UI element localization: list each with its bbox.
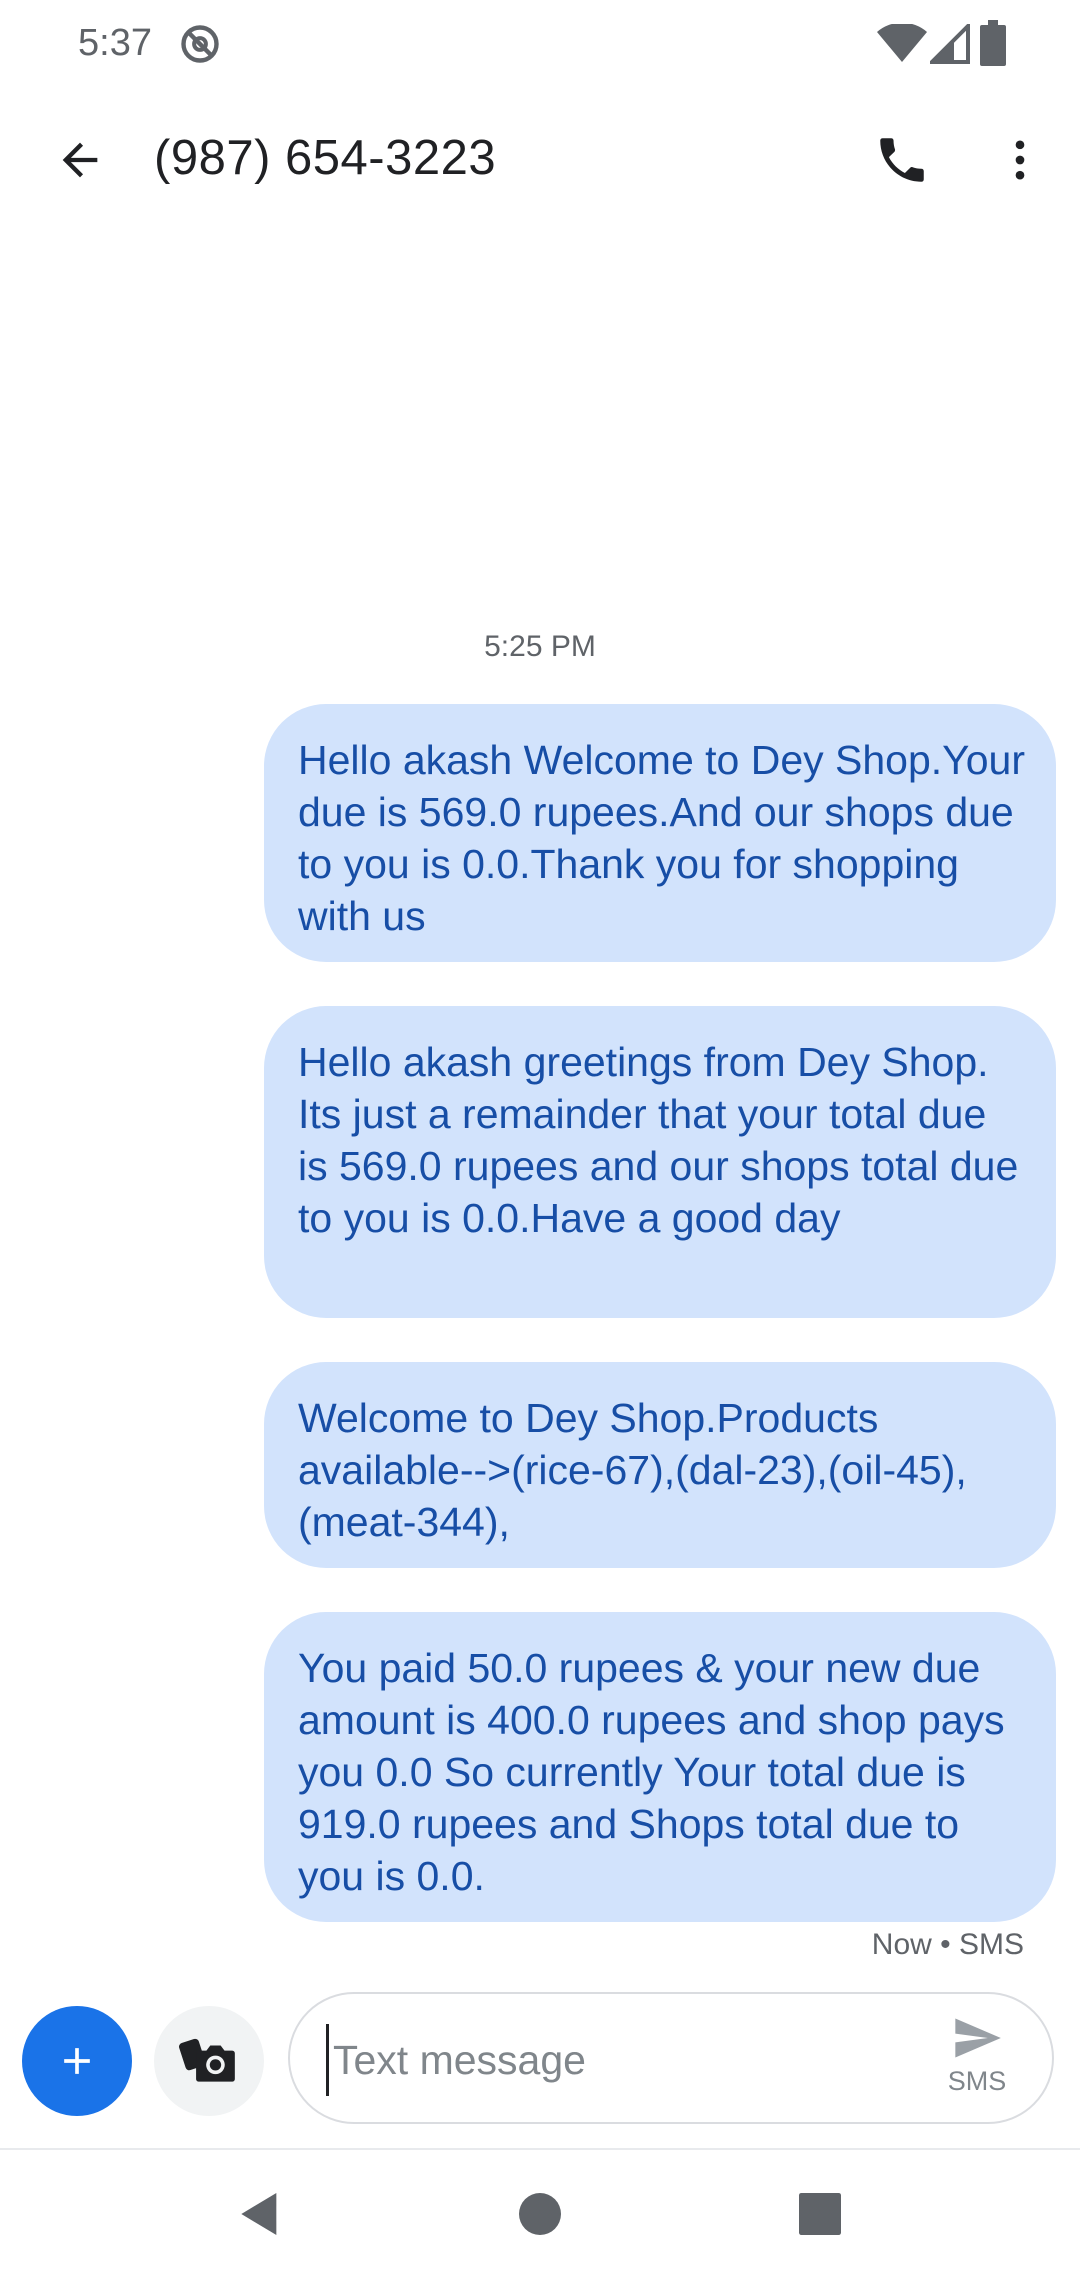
back-arrow-icon xyxy=(62,142,98,178)
send-icon xyxy=(955,2018,1001,2058)
nav-back-icon[interactable] xyxy=(232,2186,288,2242)
message-bubble[interactable]: Hello akash greetings from Dey Shop. Its… xyxy=(264,1006,1056,1318)
more-options-button[interactable] xyxy=(980,120,1060,200)
send-sms-button[interactable]: SMS xyxy=(932,2012,1022,2108)
message-status: Now • SMS xyxy=(871,1928,1024,1961)
camera-button[interactable] xyxy=(154,2006,264,2116)
nav-home-icon[interactable] xyxy=(512,2186,568,2242)
camera-icon xyxy=(178,2038,235,2082)
text-message-input[interactable] xyxy=(326,2024,895,2096)
add-attachment-button[interactable] xyxy=(22,2006,132,2116)
contact-title: (987) 654-3223 xyxy=(154,131,497,185)
plus-icon xyxy=(64,2048,90,2074)
send-label: SMS xyxy=(947,2066,1007,2096)
nav-divider xyxy=(0,2148,1080,2150)
thread-timestamp: 5:25 PM xyxy=(484,630,596,663)
battery-icon xyxy=(980,20,1006,66)
compose-field: SMS xyxy=(288,1992,1054,2124)
message-bubble[interactable]: Welcome to Dey Shop.Products available--… xyxy=(264,1362,1056,1568)
dnd-icon xyxy=(181,25,219,63)
phone-icon xyxy=(880,138,924,182)
more-vert-icon xyxy=(1015,140,1025,180)
status-time: 5:37 xyxy=(78,22,152,64)
message-bubble[interactable]: Hello akash Welcome to Dey Shop.Your due… xyxy=(264,704,1056,962)
back-button[interactable] xyxy=(40,120,120,200)
signal-icon xyxy=(930,24,970,64)
message-bubble[interactable]: You paid 50.0 rupees & your new due amou… xyxy=(264,1612,1056,1922)
wifi-icon xyxy=(877,24,927,62)
nav-recents-icon[interactable] xyxy=(792,2186,848,2242)
call-button[interactable] xyxy=(862,120,942,200)
